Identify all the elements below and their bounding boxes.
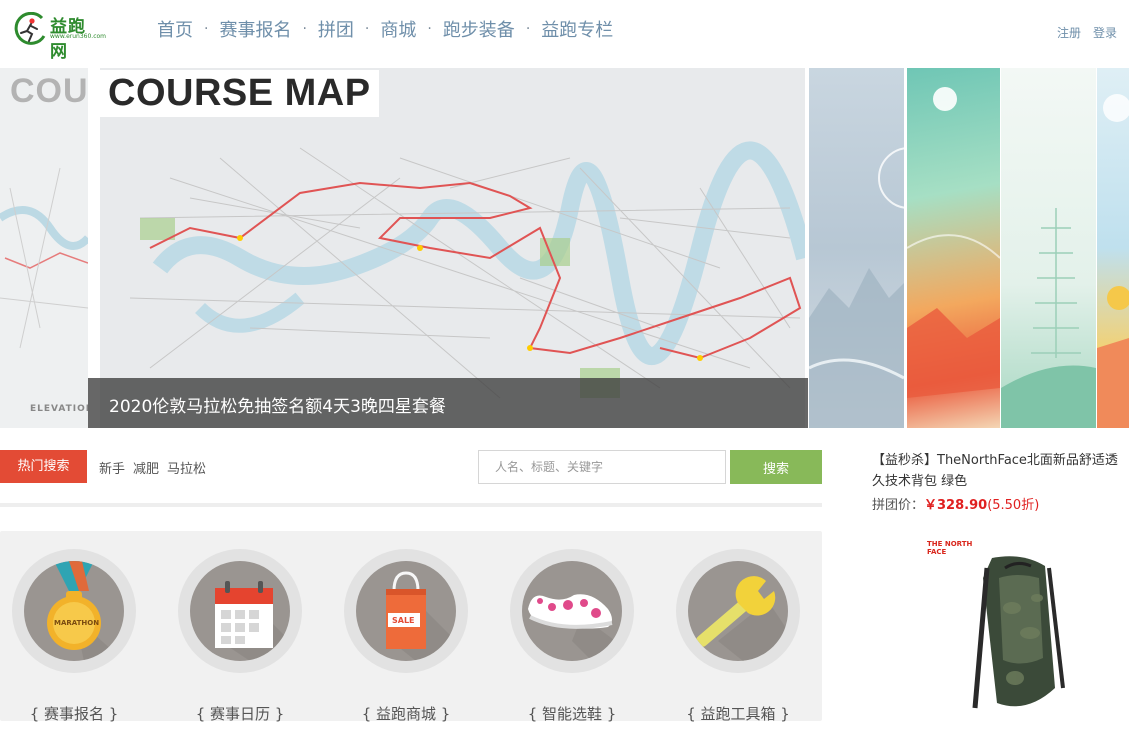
mountain-poster-graphic	[809, 147, 904, 428]
logo-runner-icon	[14, 12, 46, 45]
banner-caption-text: 2020伦敦马拉松免抽签名额4天3晚四星套餐	[109, 397, 446, 417]
shortcut-smart-shoe-selection[interactable]: { 智能选鞋 }	[510, 549, 640, 723]
promo-price: ￥328.90	[924, 498, 988, 513]
shortcut-label: { 益跑工具箱 }	[686, 705, 790, 723]
promo-discount: (5.50折)	[987, 498, 1040, 513]
running-shoe-icon	[522, 561, 622, 661]
medal-text: MARATHON	[54, 619, 100, 627]
auth-links: 注册 登录	[1057, 24, 1117, 41]
banner-slide-thumb-3[interactable]	[1001, 68, 1096, 428]
nav-separator: ·	[204, 21, 209, 37]
nav-group-buy[interactable]: 拼团	[318, 16, 354, 42]
banner-slide-thumb-2[interactable]	[907, 68, 1000, 428]
shortcut-toolbox[interactable]: { 益跑工具箱 }	[676, 549, 806, 723]
map-thumbnail-graphic	[0, 167, 88, 349]
logo[interactable]: 益跑网 www.erun360.com	[12, 10, 106, 62]
search-input[interactable]	[478, 450, 726, 484]
hot-keyword-link[interactable]: 减肥	[133, 458, 159, 477]
shortcut-label: { 智能选鞋 }	[527, 705, 617, 723]
pagoda-poster-graphic	[1001, 208, 1096, 428]
price-label: 拼团价：	[872, 498, 925, 513]
shortcut-race-registration[interactable]: MARATHON { 赛事报名 }	[12, 549, 142, 723]
shortcut-race-calendar[interactable]: { 赛事日历 }	[178, 549, 308, 723]
banner-slide-thumb-1[interactable]	[809, 68, 904, 428]
shortcut-panel: MARATHON { 赛事报名 } { 赛事日历 } SALE {益跑商城}…	[0, 531, 822, 723]
banner-carousel: COU ELEVATION COURSE MAP 2020伦敦马拉松免抽签名额4…	[0, 68, 1129, 428]
nav-running-gear[interactable]: 跑步装备	[443, 16, 515, 42]
banner-slide-previous[interactable]: COU ELEVATION	[0, 68, 88, 428]
colorful-poster-graphic	[907, 87, 1000, 398]
shopping-bag-icon: SALE	[356, 561, 456, 661]
banner-slide-active[interactable]: COURSE MAP	[100, 68, 805, 428]
header: 益跑网 www.erun360.com 首页 · 赛事报名 · 拼团 · 商城 …	[0, 0, 1129, 62]
shortcut-label: { 赛事报名 }	[29, 705, 119, 723]
backpack-product-image[interactable]: THE NORTH FACE	[927, 538, 1067, 718]
nav-home[interactable]: 首页	[157, 16, 193, 42]
backpack-graphic	[972, 556, 1065, 709]
marathon-medal-icon: MARATHON	[24, 561, 124, 661]
hot-search-label: 热门搜索	[0, 450, 87, 483]
course-map-title: COURSE MAP	[100, 70, 379, 117]
shortcut-label: { 赛事日历 }	[195, 705, 285, 723]
shortcut-label: { 益跑商城 }	[361, 705, 451, 723]
nav-separator: ·	[427, 21, 432, 37]
nav-race-registration[interactable]: 赛事报名	[219, 16, 291, 42]
banner-caption[interactable]: 2020伦敦马拉松免抽签名额4天3晚四星套餐	[88, 378, 808, 428]
nav-column[interactable]: 益跑专栏	[541, 16, 613, 42]
nav-separator: ·	[525, 21, 531, 37]
shortcut-mall[interactable]: SALE { 益跑商城 }	[344, 549, 474, 723]
section-divider	[0, 503, 822, 507]
login-link[interactable]: 登录	[1093, 24, 1117, 41]
hot-keyword-link[interactable]: 马拉松	[167, 458, 206, 477]
hot-keywords: 新手 减肥 马拉松	[99, 458, 206, 477]
elevation-label: ELEVATION	[30, 404, 88, 414]
nav-separator: ·	[364, 21, 370, 37]
sale-tag-text: SALE	[392, 616, 415, 625]
calendar-icon	[190, 561, 290, 661]
banner-slide-thumb-4[interactable]	[1097, 68, 1129, 428]
search-button[interactable]: 搜索	[730, 450, 822, 484]
wrench-icon	[688, 561, 788, 661]
nav-separator: ·	[302, 21, 307, 37]
logo-url: www.erun360.com	[50, 33, 107, 40]
promo-price-row: 拼团价：￥328.90(5.50折)	[872, 494, 1129, 513]
hot-keyword-link[interactable]: 新手	[99, 458, 125, 477]
main-nav: 首页 · 赛事报名 · 拼团 · 商城 · 跑步装备 · 益跑专栏	[157, 16, 613, 42]
nav-mall[interactable]: 商城	[380, 16, 416, 42]
cartoon-poster-graphic	[1097, 94, 1129, 428]
promo-title[interactable]: 【益秒杀】TheNorthFace北面新品舒适透久技术背包 绿色	[872, 450, 1129, 492]
course-map-graphic	[100, 68, 805, 428]
flash-sale-promo[interactable]: 【益秒杀】TheNorthFace北面新品舒适透久技术背包 绿色 拼团价：￥32…	[872, 450, 1129, 709]
register-link[interactable]: 注册	[1057, 24, 1081, 41]
